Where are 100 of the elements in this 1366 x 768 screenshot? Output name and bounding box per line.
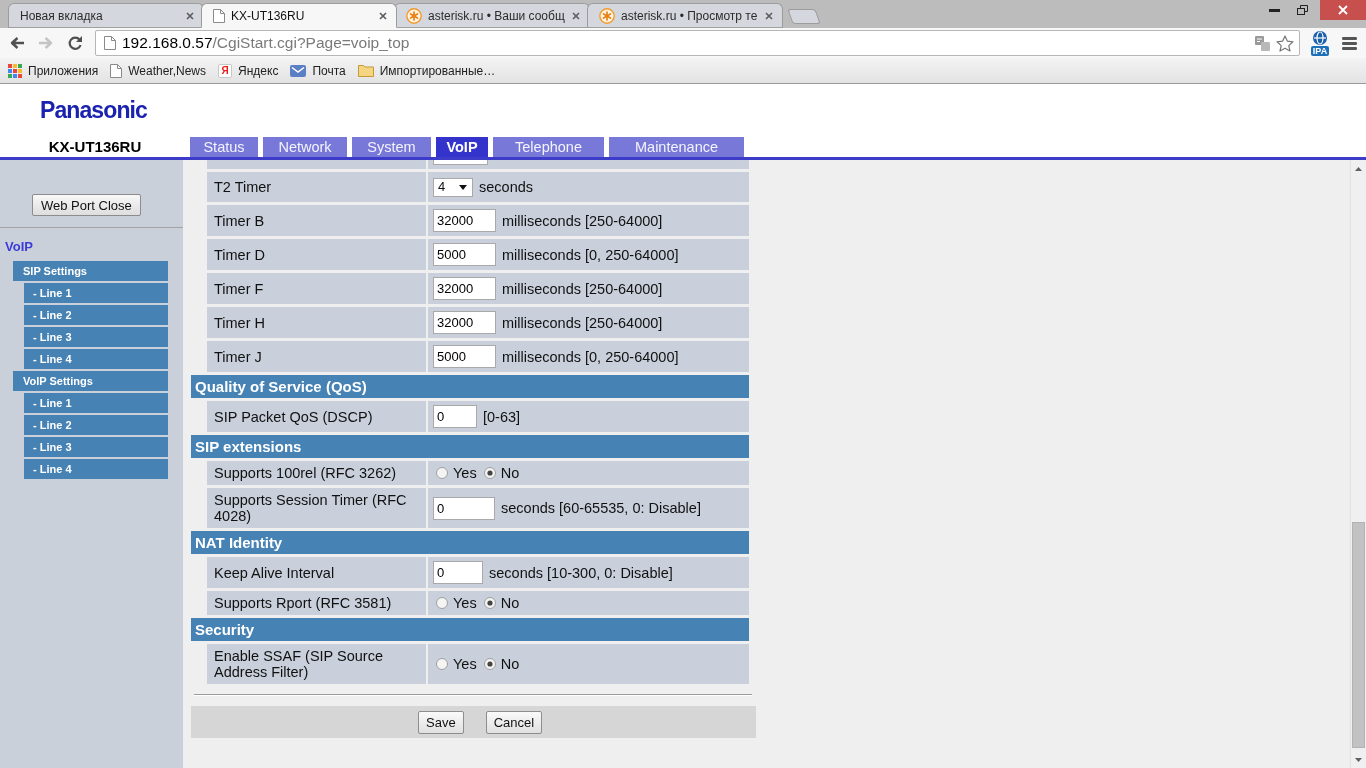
field-hint: seconds [60-65535, 0: Disable]: [501, 500, 701, 516]
option-label: Yes: [453, 595, 477, 611]
field-hint: milliseconds [0, 250-64000]: [502, 348, 679, 365]
reload-icon[interactable]: [67, 35, 83, 51]
close-icon[interactable]: [572, 11, 580, 20]
extension-button[interactable]: IPA: [1309, 30, 1331, 56]
cancel-button[interactable]: Cancel: [485, 710, 543, 734]
browser-tab[interactable]: asterisk.ru • Ваши сообщ: [394, 3, 590, 28]
sidebar-item[interactable]: - Line 3: [24, 437, 168, 457]
page-icon: [110, 63, 123, 78]
close-icon[interactable]: [379, 11, 387, 20]
input-field[interactable]: [433, 160, 488, 165]
sidebar-item[interactable]: - Line 2: [24, 415, 168, 435]
model-name: KX-UT136RU: [48, 137, 142, 157]
setting-label: Timer H: [214, 314, 265, 331]
option-label: Yes: [453, 656, 477, 672]
caret-icon: [459, 184, 467, 190]
setting-label: Keep Alive Interval: [214, 564, 335, 581]
radio-button[interactable]: [436, 467, 448, 479]
dropdown[interactable]: 4: [433, 177, 473, 197]
setting-label: Supports Session Timer (RFC 4028): [214, 492, 408, 524]
input-field[interactable]: 32000: [433, 209, 496, 232]
browser-tab[interactable]: Новая вкладка: [8, 3, 204, 28]
brand-logo: Panasonic: [40, 97, 147, 123]
menu-icon[interactable]: [1342, 36, 1357, 50]
sidebar-item[interactable]: - Line 4: [24, 459, 168, 479]
nav-tab[interactable]: Network: [263, 137, 347, 157]
input-field[interactable]: 0: [433, 405, 477, 428]
field-hint: milliseconds [250-64000]: [502, 212, 663, 229]
input-field[interactable]: 0: [433, 496, 495, 520]
setting-label: Timer D: [214, 246, 265, 263]
save-button[interactable]: Save: [418, 710, 464, 734]
letter-icon: Я: [218, 63, 233, 78]
url-text: 192.168.0.57/CgiStart.cgi?Page=voip_top: [122, 34, 411, 52]
minimize-icon[interactable]: [1268, 8, 1280, 12]
sidebar-item[interactable]: - Line 1: [24, 283, 168, 303]
nav-tab[interactable]: VoIP: [436, 137, 488, 157]
sidebar-item[interactable]: - Line 2: [24, 305, 168, 325]
radio-button[interactable]: [483, 597, 496, 609]
option-label: No: [500, 465, 520, 481]
close-icon[interactable]: [765, 11, 773, 20]
sidebar-item[interactable]: - Line 1: [24, 393, 168, 413]
radio-button[interactable]: [483, 658, 496, 670]
nav-tab[interactable]: Status: [190, 137, 258, 157]
arrow-up-icon[interactable]: [1355, 166, 1362, 171]
page-icon: [104, 36, 116, 50]
field-hint: seconds: [479, 179, 533, 195]
sidebar-item[interactable]: - Line 3: [24, 327, 168, 347]
input-field[interactable]: 32000: [433, 277, 496, 300]
setting-label: Supports Rport (RFC 3581): [214, 595, 392, 611]
arrow-down-icon[interactable]: [1355, 757, 1362, 762]
section-header: Security: [191, 618, 749, 641]
sidebar-item[interactable]: - Line 4: [24, 349, 168, 369]
setting-label: Timer F: [214, 280, 264, 297]
sidebar-title: VoIP: [5, 239, 33, 254]
setting-label: Enable SSAF (SIP Source Address Filter): [214, 648, 384, 680]
envelope-icon: [290, 64, 307, 77]
input-field[interactable]: 5000: [433, 243, 496, 266]
setting-label: Timer B: [214, 212, 265, 229]
sidebar-item[interactable]: SIP Settings: [13, 261, 168, 281]
setting-label: SIP Packet QoS (DSCP): [214, 408, 373, 425]
bookmark-item[interactable]: Я Яндекс: [218, 63, 279, 78]
bookmark-item[interactable]: Импортированные…: [357, 63, 496, 78]
nav-tab[interactable]: System: [352, 137, 431, 157]
input-field[interactable]: 0: [433, 561, 483, 584]
input-field[interactable]: 32000: [433, 311, 496, 334]
option-label: No: [500, 656, 520, 672]
input-field[interactable]: 5000: [433, 345, 496, 368]
field-hint: milliseconds [0, 250-64000]: [502, 246, 679, 263]
bookmark-item[interactable]: Weather,News: [110, 63, 207, 78]
field-hint: seconds [10-300, 0: Disable]: [489, 564, 673, 581]
radio-button[interactable]: [436, 597, 448, 609]
address-bar[interactable]: 192.168.0.57/CgiStart.cgi?Page=voip_top: [95, 30, 1300, 56]
close-icon[interactable]: [186, 11, 194, 20]
close-button[interactable]: [1320, 0, 1366, 20]
folder-icon: [357, 64, 374, 77]
translate-icon[interactable]: [1255, 35, 1270, 51]
sidebar-item[interactable]: VoIP Settings: [13, 371, 168, 391]
page-icon: [213, 8, 225, 23]
section-header: SIP extensions: [191, 435, 749, 458]
bookmark-item[interactable]: Почта: [290, 63, 346, 78]
grid-icon: [8, 63, 22, 78]
scrollbar-thumb[interactable]: [1352, 522, 1365, 748]
nav-tab[interactable]: Maintenance: [609, 137, 744, 157]
back-arrow-icon[interactable]: [9, 35, 25, 51]
restore-icon[interactable]: [1296, 5, 1308, 15]
field-hint: milliseconds [250-64000]: [502, 280, 663, 297]
radio-button[interactable]: [483, 467, 496, 479]
section-header: Quality of Service (QoS): [191, 375, 749, 398]
bookmark-item[interactable]: Приложения: [8, 63, 99, 78]
star-icon[interactable]: [1276, 34, 1294, 52]
option-label: Yes: [453, 465, 477, 481]
setting-label: T2 Timer: [214, 179, 272, 195]
setting-label: Supports 100rel (RFC 3262): [214, 465, 397, 481]
radio-button[interactable]: [436, 658, 448, 670]
browser-tab[interactable]: asterisk.ru • Просмотр те: [587, 3, 783, 28]
field-hint: milliseconds [250-64000]: [502, 314, 663, 331]
nav-tab[interactable]: Telephone: [493, 137, 604, 157]
browser-tab[interactable]: KX-UT136RU: [201, 3, 397, 28]
port-close-button[interactable]: Web Port Close: [32, 194, 141, 216]
